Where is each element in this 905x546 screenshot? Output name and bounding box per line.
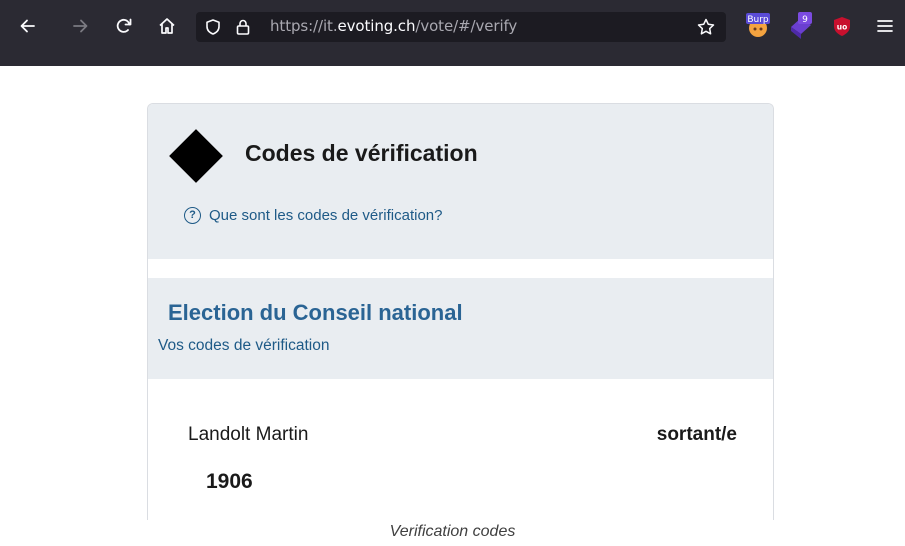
election-subtitle: Vos codes de vérification (158, 337, 330, 354)
election-title: Election du Conseil national (168, 300, 463, 325)
verification-card: Codes de vérification ? Que sont les cod… (147, 103, 774, 520)
figure-caption: Verification codes (389, 523, 516, 540)
counter-extension-icon[interactable]: 9 (787, 12, 815, 40)
svg-text:Burp: Burp (747, 15, 769, 25)
bookmark-star-icon[interactable] (696, 17, 716, 42)
page-title: Codes de vérification (245, 140, 478, 166)
arrow-left-icon (20, 19, 35, 33)
election-section-header: Election du Conseil national Vos codes d… (148, 278, 773, 379)
svg-text:uo: uo (837, 23, 848, 32)
candidate-name: Landolt Martin (188, 424, 309, 445)
card-header: Codes de vérification ? Que sont les cod… (148, 104, 773, 259)
help-link-label: Que sont les codes de vérification? (209, 207, 443, 224)
back-button[interactable] (14, 12, 42, 40)
url-bar[interactable]: https://it.evoting.ch/vote/#/verify (196, 12, 726, 42)
verification-code: 1906 (206, 470, 253, 493)
app-menu-button[interactable] (871, 12, 899, 40)
forward-button[interactable] (66, 12, 94, 40)
arrow-right-icon (73, 19, 88, 33)
tracking-protection-shield-icon[interactable] (204, 18, 222, 41)
candidate-status: sortant/e (656, 424, 737, 445)
reload-icon (116, 18, 132, 33)
help-link[interactable]: ? Que sont les codes de vérification? (184, 207, 442, 224)
lock-icon[interactable] (234, 18, 252, 41)
reload-button[interactable] (110, 12, 138, 40)
burp-extension-icon[interactable]: Burp (744, 12, 772, 40)
question-circle-icon: ? (184, 207, 201, 224)
svg-text:9: 9 (802, 15, 808, 25)
hamburger-menu-icon (877, 20, 893, 32)
ublock-origin-icon[interactable]: uo (828, 12, 856, 40)
browser-toolbar: https://it.evoting.ch/vote/#/verify Burp… (0, 0, 905, 66)
diamond-icon (169, 129, 223, 183)
home-icon (159, 18, 175, 34)
home-button[interactable] (153, 12, 181, 40)
url-text[interactable]: https://it.evoting.ch/vote/#/verify (270, 17, 517, 35)
